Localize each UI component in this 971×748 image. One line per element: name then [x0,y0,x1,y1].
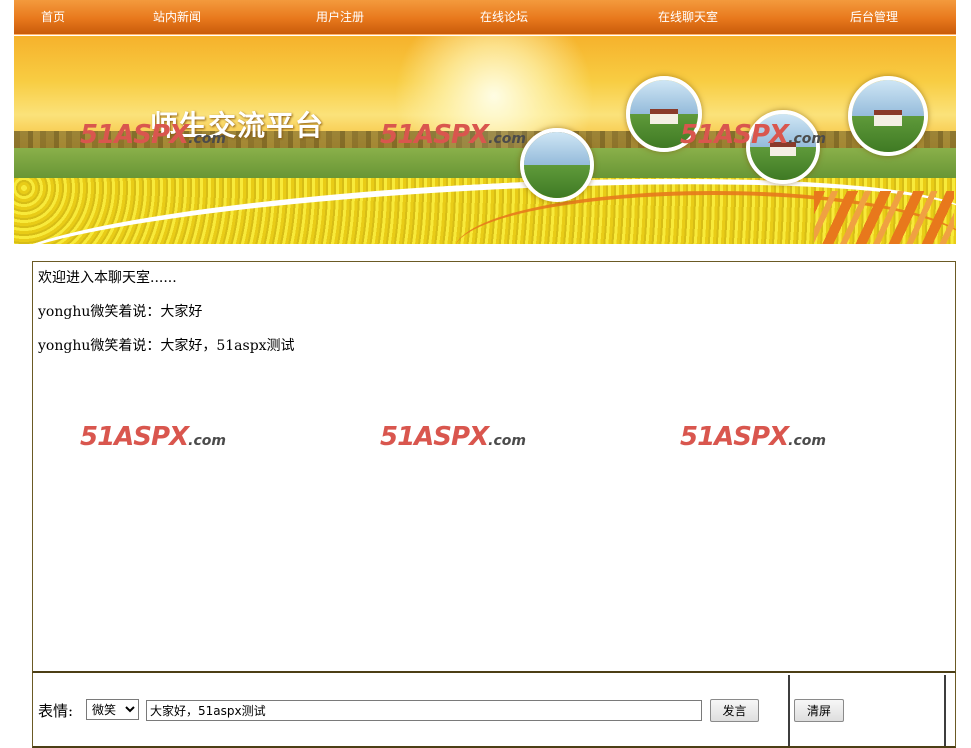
watermark-logo: 51ASPX.com [680,422,826,452]
watermark-logo: 51ASPX.com [380,120,526,150]
nav-chatroom-link[interactable]: 在线聊天室 [658,0,718,35]
send-button[interactable]: 发言 [710,699,759,722]
chat-messages-panel[interactable]: 欢迎进入本聊天室...... yonghu微笑着说：大家好 yonghu微笑着说… [32,261,956,673]
chat-message: 欢迎进入本聊天室...... [38,270,177,286]
header-banner: 师生交流平台 51ASPX.com 51ASPX.com 51ASPX.com [14,36,956,244]
watermark-logo: 51ASPX.com [380,422,526,452]
banner-photo-1 [520,128,594,202]
nav-forum-link[interactable]: 在线论坛 [480,0,528,35]
watermark-logo: 51ASPX.com [680,120,826,150]
message-input[interactable] [146,700,702,721]
emotion-label: 表情: [38,702,74,720]
nav-register-link[interactable]: 用户注册 [316,0,364,35]
banner-stripes [814,191,954,244]
nav-news-link[interactable]: 站内新闻 [153,0,201,35]
watermark-logo: 51ASPX.com [80,422,226,452]
nav-admin-link[interactable]: 后台管理 [850,0,898,35]
chat-message: yonghu微笑着说：大家好 [38,304,203,320]
emotion-select[interactable]: 微笑 [86,699,139,720]
clear-screen-button[interactable]: 清屏 [794,699,844,722]
chat-message: yonghu微笑着说：大家好，51aspx测试 [38,338,295,354]
chat-input-bar: 表情: 微笑 发言 清屏 [32,673,956,748]
banner-photo-4 [848,76,928,156]
nav-divider [14,34,956,35]
nav-home-link[interactable]: 首页 [41,0,65,35]
watermark-logo: 51ASPX.com [80,120,226,150]
top-nav: 首页 站内新闻 用户注册 在线论坛 在线聊天室 后台管理 [14,0,956,35]
control-divider [944,675,946,746]
control-divider [788,675,790,746]
